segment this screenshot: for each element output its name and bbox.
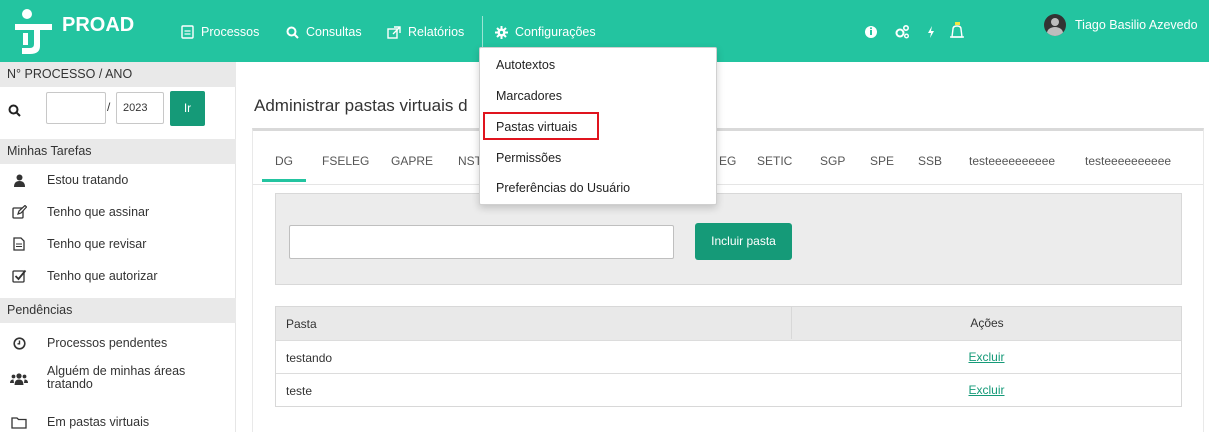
my-tasks-header: Minhas Tarefas — [0, 139, 236, 164]
check-square-icon — [11, 269, 26, 283]
active-tab-indicator — [262, 179, 306, 182]
folders-panel: DG FSELEG GAPRE NST EG SETIC SGP SPE SSB… — [252, 128, 1204, 432]
sidebar: N° PROCESSO / ANO / 2023 Ir Minhas Taref… — [0, 62, 236, 432]
user-icon — [13, 174, 25, 187]
proad-logo-icon[interactable] — [12, 6, 58, 56]
tab-spe[interactable]: SPE — [870, 154, 894, 168]
brand-title[interactable]: PROAD — [62, 14, 134, 37]
nav-configuracoes-label: Configurações — [515, 25, 596, 39]
search-icon — [286, 26, 299, 39]
sidebar-item-tenho-que-assinar[interactable]: Tenho que assinar — [0, 197, 236, 227]
sidebar-item-label: Tenho que revisar — [47, 237, 147, 251]
slash-separator: / — [107, 100, 111, 114]
document-icon — [13, 237, 25, 251]
tab-setic[interactable]: SETIC — [757, 154, 792, 168]
department-tabs: DG FSELEG GAPRE NST EG SETIC SGP SPE SSB… — [253, 131, 1203, 185]
include-folder-button[interactable]: Incluir pasta — [695, 223, 792, 260]
go-button[interactable]: Ir — [170, 91, 205, 126]
process-number-input[interactable] — [46, 92, 106, 124]
tab-dg[interactable]: DG — [275, 154, 293, 168]
nav-configuracoes[interactable]: Configurações — [495, 24, 596, 40]
nav-relatorios[interactable]: Relatórios — [387, 24, 464, 40]
sidebar-item-estou-tratando[interactable]: Estou tratando — [0, 165, 236, 195]
tab-fseleg[interactable]: FSELEG — [322, 154, 369, 168]
configuracoes-dropdown-menu: Autotextos Marcadores Pastas virtuais Pe… — [479, 47, 717, 205]
tab-gapre[interactable]: GAPRE — [391, 154, 433, 168]
folder-name-cell: teste — [286, 384, 313, 398]
users-icon — [10, 372, 28, 385]
tab-sgp[interactable]: SGP — [820, 154, 845, 168]
process-year-input[interactable]: 2023 — [116, 92, 164, 124]
tab-ssb[interactable]: SSB — [918, 154, 942, 168]
nav-relatorios-label: Relatórios — [408, 25, 465, 39]
edit-icon — [11, 205, 27, 219]
menu-item-marcadores[interactable]: Marcadores — [496, 89, 562, 103]
table-row: testando Excluir — [276, 340, 1181, 373]
column-header-pasta: Pasta — [286, 317, 317, 331]
info-icon[interactable] — [861, 22, 881, 42]
table-header-row: Pasta Ações — [276, 307, 1181, 340]
sidebar-item-label: Em pastas virtuais — [47, 415, 150, 429]
column-header-acoes: Ações — [791, 307, 1182, 339]
sidebar-item-em-pastas-virtuais[interactable]: Em pastas virtuais — [0, 407, 236, 437]
process-number-header: N° PROCESSO / ANO — [0, 62, 236, 87]
sidebar-item-label: Processos pendentes — [47, 336, 168, 350]
folder-name-cell: testando — [286, 351, 333, 365]
page-title: Administrar pastas virtuais d — [254, 96, 468, 115]
sidebar-item-label: Tenho que assinar — [47, 205, 150, 219]
menu-item-preferencias[interactable]: Preferências do Usuário — [496, 181, 630, 195]
clock-icon — [12, 336, 26, 350]
tab-eg[interactable]: EG — [719, 154, 736, 168]
external-link-icon — [387, 25, 401, 39]
delete-link[interactable]: Excluir — [791, 341, 1182, 373]
gear-icon — [495, 25, 508, 39]
menu-item-pastas-virtuais[interactable]: Pastas virtuais — [496, 120, 577, 134]
user-menu[interactable]: Tiago Basilio Azevedo — [1044, 14, 1198, 36]
tab-teste-1[interactable]: testeeeeeeeeee — [969, 154, 1055, 168]
file-icon — [181, 25, 194, 39]
sidebar-item-tenho-que-revisar[interactable]: Tenho que revisar — [0, 229, 236, 259]
folder-name-input[interactable] — [289, 225, 674, 259]
new-folder-form: Incluir pasta — [275, 193, 1182, 285]
process-search-row: / 2023 Ir — [0, 87, 236, 135]
sidebar-item-processos-pendentes[interactable]: Processos pendentes — [0, 328, 236, 358]
nav-consultas-label: Consultas — [306, 25, 362, 39]
cogs-icon[interactable] — [892, 22, 912, 42]
nav-divider — [482, 16, 483, 48]
tab-teste-2[interactable]: testeeeeeeeeee — [1085, 154, 1171, 168]
delete-link[interactable]: Excluir — [791, 374, 1182, 406]
folder-icon — [11, 416, 27, 429]
menu-item-autotextos[interactable]: Autotextos — [496, 58, 555, 72]
user-name: Tiago Basilio Azevedo — [1075, 18, 1198, 32]
sidebar-item-tenho-que-autorizar[interactable]: Tenho que autorizar — [0, 261, 236, 291]
avatar — [1044, 14, 1066, 36]
table-row: teste Excluir — [276, 373, 1181, 406]
sidebar-item-label: Estou tratando — [47, 173, 129, 187]
menu-item-permissoes[interactable]: Permissões — [496, 151, 561, 165]
sidebar-item-label: Tenho que autorizar — [47, 269, 158, 283]
sidebar-item-alguem-tratando[interactable]: Alguém de minhas áreas tratando — [0, 360, 236, 396]
bell-icon[interactable] — [947, 22, 967, 42]
folders-table: Pasta Ações testando Excluir teste Exclu… — [275, 306, 1182, 407]
nav-consultas[interactable]: Consultas — [286, 24, 362, 40]
nav-processos-label: Processos — [201, 25, 260, 39]
search-icon — [8, 104, 21, 117]
sidebar-item-label: Alguém de minhas áreas tratando — [47, 364, 186, 391]
pending-header: Pendências — [0, 298, 236, 323]
nav-processos[interactable]: Processos — [181, 24, 259, 40]
bolt-icon[interactable] — [921, 22, 941, 42]
